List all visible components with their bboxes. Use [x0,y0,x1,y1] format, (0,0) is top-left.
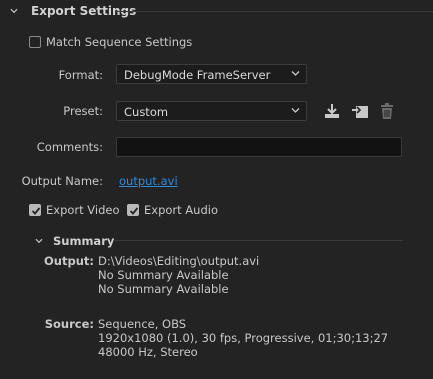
export-settings-header[interactable]: Export Settings [0,0,433,22]
export-settings-panel: Export Settings Match Sequence Settings … [0,0,433,379]
comments-label: Comments: [36,140,103,154]
header-divider [115,11,433,12]
export-audio-checkbox[interactable] [127,204,139,216]
summary-output-label: Output: [44,254,94,268]
summary-source-line: Sequence, OBS [98,317,187,331]
chevron-down-icon [291,71,300,76]
trash-icon[interactable] [378,102,396,120]
summary-source-line: 1920x1080 (1.0), 30 fps, Progressive, 01… [98,331,389,345]
preset-dropdown[interactable]: Custom [116,101,307,121]
summary-divider [115,240,403,241]
export-video-checkbox[interactable] [29,204,41,216]
chevron-down-icon [291,108,300,113]
format-value: DebugMode FrameServer [124,68,271,82]
output-name-label: Output Name: [21,174,103,188]
match-sequence-label[interactable]: Match Sequence Settings [46,35,192,49]
import-preset-icon[interactable] [351,102,369,120]
summary-source-values: Sequence, OBS 1920x1080 (1.0), 30 fps, P… [98,317,388,359]
summary-output-values: D:\Videos\Editing\output.avi No Summary … [98,254,259,296]
summary-output-line: No Summary Available [98,268,229,282]
checkmark-icon [129,207,139,215]
export-video-label[interactable]: Export Video [46,203,120,217]
export-audio-label[interactable]: Export Audio [144,203,218,217]
checkmark-icon [31,207,41,215]
summary-output-line: No Summary Available [98,282,229,296]
output-name-link[interactable]: output.avi [119,174,178,188]
summary-output-path: D:\Videos\Editing\output.avi [98,254,260,268]
download-icon[interactable] [323,102,341,120]
summary-title: Summary [53,234,115,248]
format-dropdown[interactable]: DebugMode FrameServer [116,64,307,84]
chevron-down-icon[interactable] [10,7,18,15]
summary-source-label: Source: [44,317,94,331]
preset-value: Custom [124,105,169,119]
preset-label: Preset: [63,104,103,118]
comments-input[interactable] [116,137,402,157]
chevron-down-icon[interactable] [35,237,43,245]
format-label: Format: [58,68,103,82]
match-sequence-checkbox[interactable] [29,36,41,48]
summary-source-line: 48000 Hz, Stereo [98,345,198,359]
